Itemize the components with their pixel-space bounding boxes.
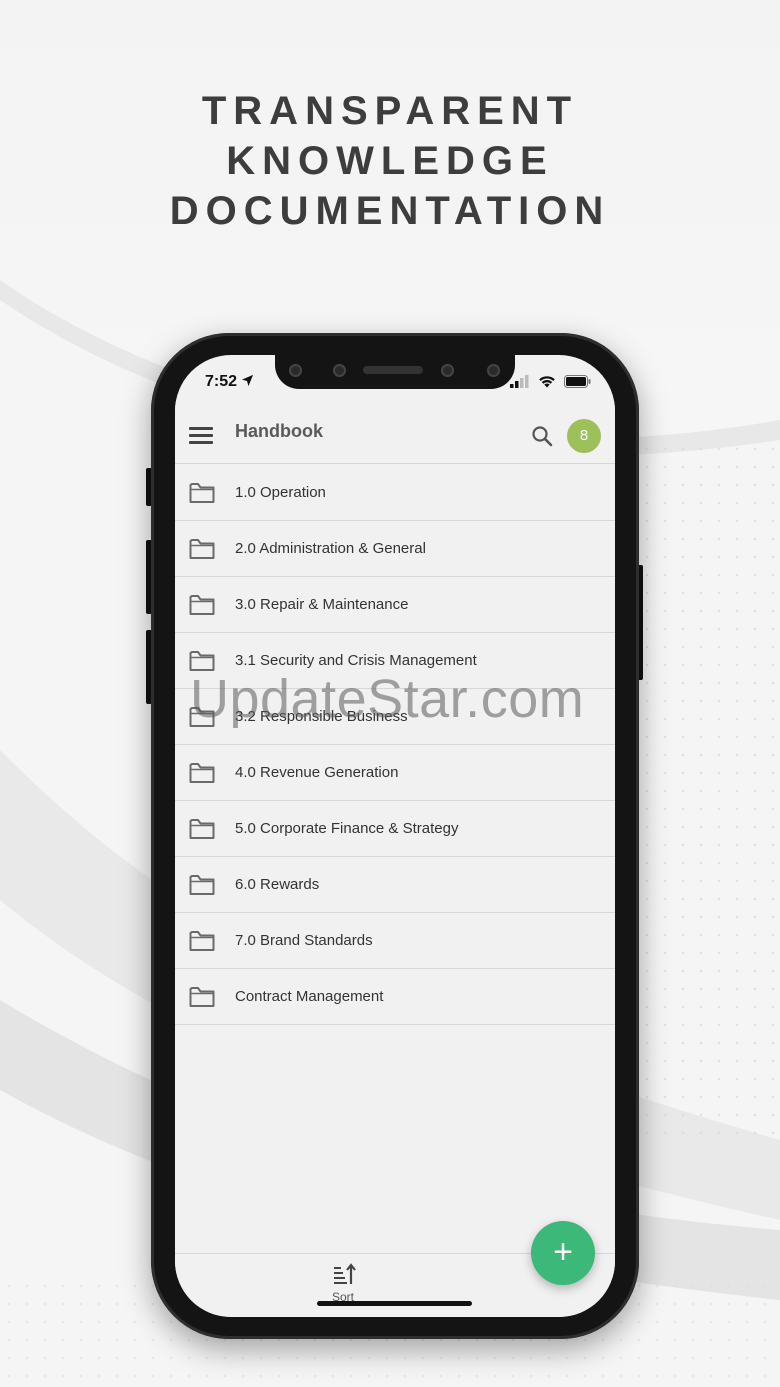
list-item[interactable]: 5.0 Corporate Finance & Strategy [175,801,615,857]
folder-icon [189,987,215,1007]
add-button[interactable]: + [531,1221,595,1285]
list-item[interactable]: 3.0 Repair & Maintenance [175,577,615,633]
phone-screen: 7:52 Handbook 8 1.0 Operation 2.0 Admini… [175,355,615,1317]
wifi-icon [539,376,555,388]
folder-icon [189,483,215,503]
folder-label: 5.0 Corporate Finance & Strategy [235,820,459,837]
signal-icon [510,375,529,388]
headline-line-3: DOCUMENTATION [169,189,611,233]
list-item[interactable]: 6.0 Rewards [175,857,615,913]
app-bar: Handbook 8 [175,401,615,464]
status-time: 7:52 [205,373,254,391]
sort-icon [334,1263,356,1284]
hamburger-menu-icon[interactable] [189,427,215,447]
notification-badge[interactable]: 8 [567,419,601,453]
folder-label: 3.1 Security and Crisis Management [235,652,477,669]
earpiece-speaker [363,366,423,374]
folder-label: 3.0 Repair & Maintenance [235,596,409,613]
folder-icon [189,875,215,895]
status-icons [510,375,591,388]
headline-line-2: KNOWLEDGE [226,139,554,183]
folder-label: 6.0 Rewards [235,876,320,893]
list-item[interactable]: 2.0 Administration & General [175,521,615,577]
list-item[interactable]: 7.0 Brand Standards [175,913,615,969]
home-indicator[interactable] [317,1301,472,1306]
sensor-dot [333,364,346,377]
search-icon[interactable] [531,425,553,447]
headline-line-1: TRANSPARENT [201,89,579,133]
folder-label: 7.0 Brand Standards [235,932,373,949]
list-item[interactable]: Contract Management [175,969,615,1025]
folder-label: 4.0 Revenue Generation [235,764,399,781]
folder-icon [189,539,215,559]
list-item[interactable]: 4.0 Revenue Generation [175,745,615,801]
notch [275,355,515,389]
headline: TRANSPARENT KNOWLEDGE DOCUMENTATION [0,86,780,236]
sensor-dot [487,364,500,377]
location-arrow-icon [242,374,254,387]
folder-label: 2.0 Administration & General [235,540,426,557]
sensor-dot [289,364,302,377]
folder-icon [189,763,215,783]
page-title: Handbook [235,421,323,441]
folder-icon [189,931,215,951]
battery-icon [564,375,591,388]
folder-icon [189,819,215,839]
list-item[interactable]: 1.0 Operation [175,465,615,521]
folder-label: Contract Management [235,988,384,1005]
folder-list: 1.0 Operation 2.0 Administration & Gener… [175,465,615,1025]
folder-icon [189,595,215,615]
folder-label: 1.0 Operation [235,484,326,501]
dot-pattern [620,440,780,1140]
watermark: UpdateStar.com [190,669,585,729]
front-camera [441,364,454,377]
